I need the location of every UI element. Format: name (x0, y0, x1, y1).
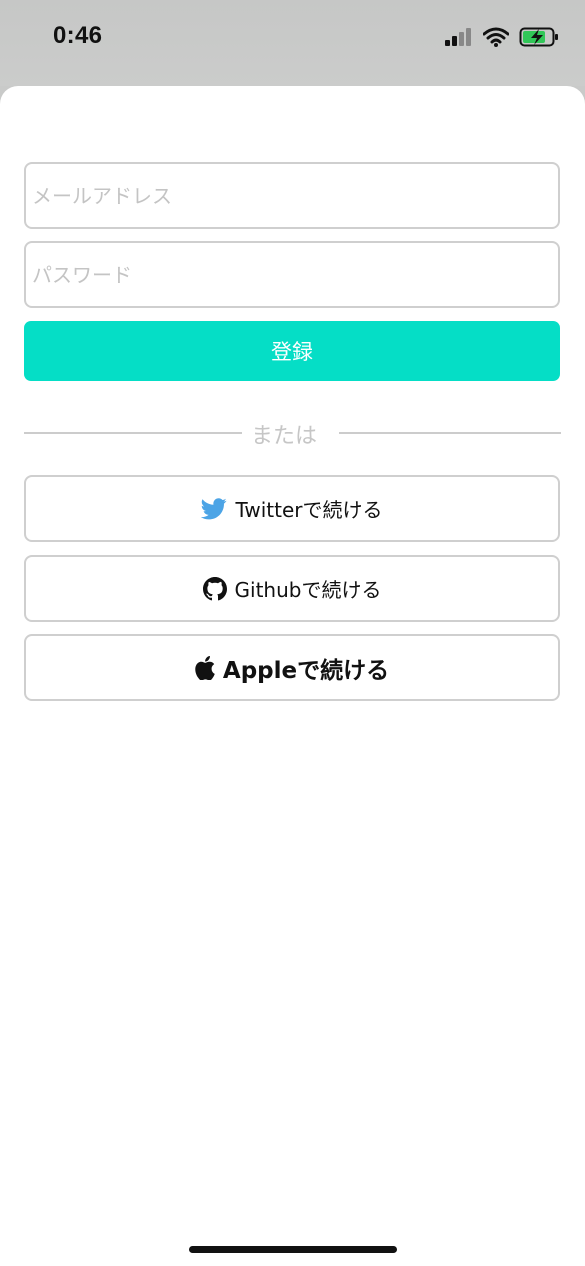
github-icon (202, 576, 227, 601)
status-time: 0:46 (53, 22, 103, 49)
twitter-icon (201, 497, 228, 520)
github-login-label: Githubで続ける (234, 578, 382, 602)
password-input[interactable] (26, 243, 558, 306)
status-icons (445, 26, 559, 52)
github-login-button[interactable]: Githubで続ける (24, 555, 560, 622)
cellular-signal-icon (445, 27, 473, 51)
wifi-icon (482, 27, 510, 51)
apple-login-label: Appleで続ける (222, 657, 390, 684)
home-indicator (189, 1246, 397, 1253)
twitter-login-button[interactable]: Twitterで続ける (24, 475, 560, 542)
battery-charging-icon (519, 26, 559, 52)
register-button[interactable]: 登録 (24, 321, 560, 381)
status-bar: 0:46 (0, 0, 585, 86)
divider-line-right (339, 432, 561, 434)
email-input[interactable] (26, 164, 558, 227)
divider-label: または (251, 424, 318, 449)
twitter-login-label: Twitterで続ける (235, 498, 383, 522)
register-button-label: 登録 (271, 340, 313, 364)
signup-sheet: 登録 または Twitterで続ける Githubで続ける Appleで続ける (0, 86, 585, 1266)
apple-icon (195, 655, 215, 680)
password-field[interactable] (24, 241, 560, 308)
apple-login-button[interactable]: Appleで続ける (24, 634, 560, 701)
email-field[interactable] (24, 162, 560, 229)
divider-line-left (24, 432, 242, 434)
or-divider: または (24, 416, 561, 449)
